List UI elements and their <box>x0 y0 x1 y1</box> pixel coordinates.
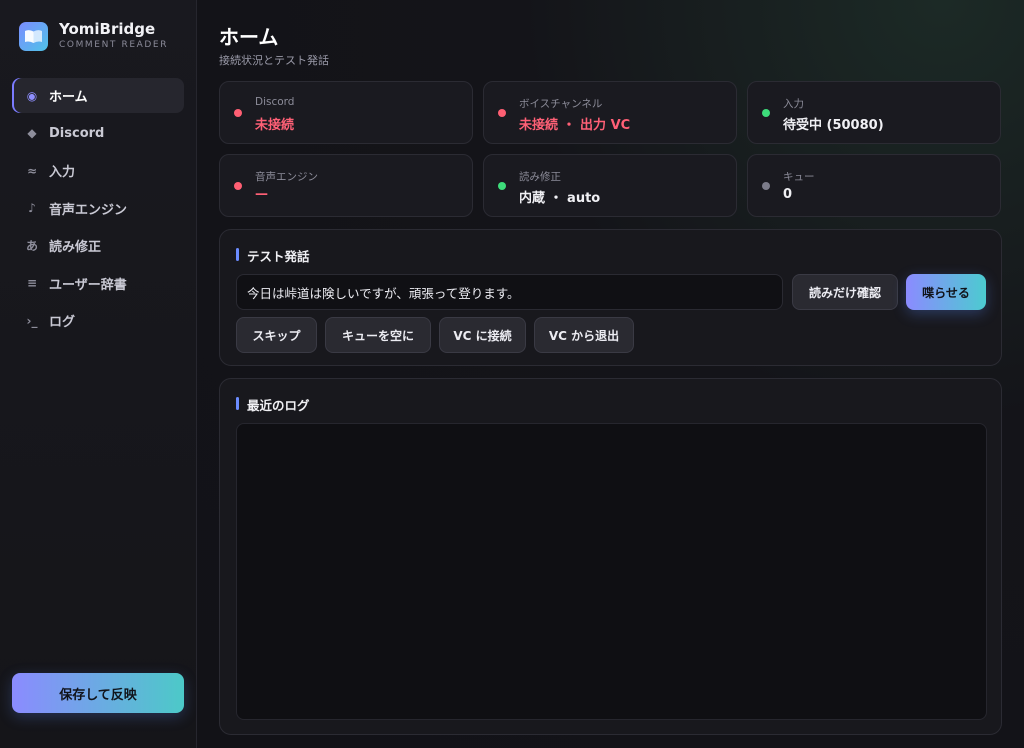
panel-title: テスト発話 <box>236 246 310 265</box>
brand: YomiBridge COMMENT READER <box>19 20 168 52</box>
list-icon: ≡ <box>26 276 38 290</box>
status-dot-icon <box>234 109 242 117</box>
sidebar-nav: ◉ ホーム ◆ Discord ≈ 入力 ♪ 音声エンジン あ 読み修正 ≡ ユ… <box>12 78 184 341</box>
status-card-queue: キュー 0 <box>747 154 1001 217</box>
sidebar-item-label: 読み修正 <box>49 240 102 255</box>
status-card-label: 音声エンジン <box>255 171 318 183</box>
panel-title: 最近のログ <box>236 395 310 414</box>
book-logo-icon <box>19 21 48 51</box>
status-card-value: — <box>255 187 268 202</box>
sidebar-item-label: ログ <box>49 315 76 330</box>
sidebar-item-voice-engine[interactable]: ♪ 音声エンジン <box>12 191 184 226</box>
music-note-icon: ♪ <box>28 201 36 215</box>
brand-subtitle: COMMENT READER <box>59 40 169 50</box>
status-dot-icon <box>762 109 770 117</box>
vc-connect-button[interactable]: VC に接続 <box>439 317 526 353</box>
status-card-label: 入力 <box>783 98 804 110</box>
status-card-reading-fix: 読み修正 内蔵 ・ auto <box>483 154 737 217</box>
status-card-value: 待受中 (50080) <box>783 118 884 133</box>
home-dot-icon: ◉ <box>26 88 38 103</box>
status-dot-icon <box>498 182 506 190</box>
status-card-value: 0 <box>783 187 793 202</box>
status-card-label: キュー <box>783 171 815 183</box>
status-dot-icon <box>234 182 242 190</box>
skip-button[interactable]: スキップ <box>236 317 317 353</box>
clear-queue-button[interactable]: キューを空に <box>325 317 431 353</box>
sidebar-item-input[interactable]: ≈ 入力 <box>12 153 184 188</box>
sidebar-item-discord[interactable]: ◆ Discord <box>12 116 184 151</box>
sidebar-item-label: ホーム <box>49 90 88 105</box>
sidebar-item-home[interactable]: ◉ ホーム <box>12 78 184 113</box>
diamond-icon: ◆ <box>27 126 37 140</box>
sidebar: YomiBridge COMMENT READER ◉ ホーム ◆ Discor… <box>0 0 197 748</box>
recent-log-panel: 最近のログ <box>219 378 1002 735</box>
status-card-voice-channel: ボイスチャンネル 未接続 ・ 出力 VC <box>483 81 737 144</box>
page-subtitle: 接続状況とテスト発話 <box>219 54 329 67</box>
status-dot-icon <box>762 182 770 190</box>
status-card-discord: Discord 未接続 <box>219 81 473 144</box>
sidebar-item-label: Discord <box>49 125 105 141</box>
sidebar-item-label: 入力 <box>49 165 76 180</box>
status-card-label: Discord <box>255 96 295 108</box>
wave-icon: ≈ <box>26 163 38 178</box>
speak-button[interactable]: 喋らせる <box>906 274 986 310</box>
terminal-icon: ›_ <box>26 313 38 328</box>
status-card-value: 内蔵 ・ auto <box>519 191 601 206</box>
sidebar-item-label: 音声エンジン <box>49 202 128 218</box>
sidebar-item-reading-fix[interactable]: あ 読み修正 <box>12 228 184 263</box>
log-output-area[interactable] <box>236 423 987 720</box>
test-speech-panel: テスト発話 読みだけ確認 喋らせる スキップ キューを空に VC に接続 VC … <box>219 229 1002 366</box>
hiragana-icon: あ <box>25 239 38 253</box>
page-title: ホーム <box>219 25 279 49</box>
status-card-label: 読み修正 <box>519 171 561 183</box>
sidebar-item-label: ユーザー辞書 <box>49 277 127 293</box>
status-card-label: ボイスチャンネル <box>519 98 603 110</box>
brand-name: YomiBridge <box>59 20 156 38</box>
status-card-voice-engine: 音声エンジン — <box>219 154 473 217</box>
sidebar-item-log[interactable]: ›_ ログ <box>12 303 184 338</box>
preview-reading-button[interactable]: 読みだけ確認 <box>792 274 898 310</box>
main-content: ホーム 接続状況とテスト発話 Discord 未接続 ボイスチャンネル 未接続 … <box>197 0 1024 748</box>
status-card-input: 入力 待受中 (50080) <box>747 81 1001 144</box>
save-apply-button[interactable]: 保存して反映 <box>12 673 184 713</box>
status-dot-icon <box>498 109 506 117</box>
status-card-value: 未接続 <box>255 118 295 133</box>
sidebar-item-user-dictionary[interactable]: ≡ ユーザー辞書 <box>12 266 184 301</box>
test-speech-input[interactable] <box>236 274 783 310</box>
status-card-value: 未接続 ・ 出力 VC <box>519 118 631 133</box>
vc-leave-button[interactable]: VC から退出 <box>534 317 634 353</box>
